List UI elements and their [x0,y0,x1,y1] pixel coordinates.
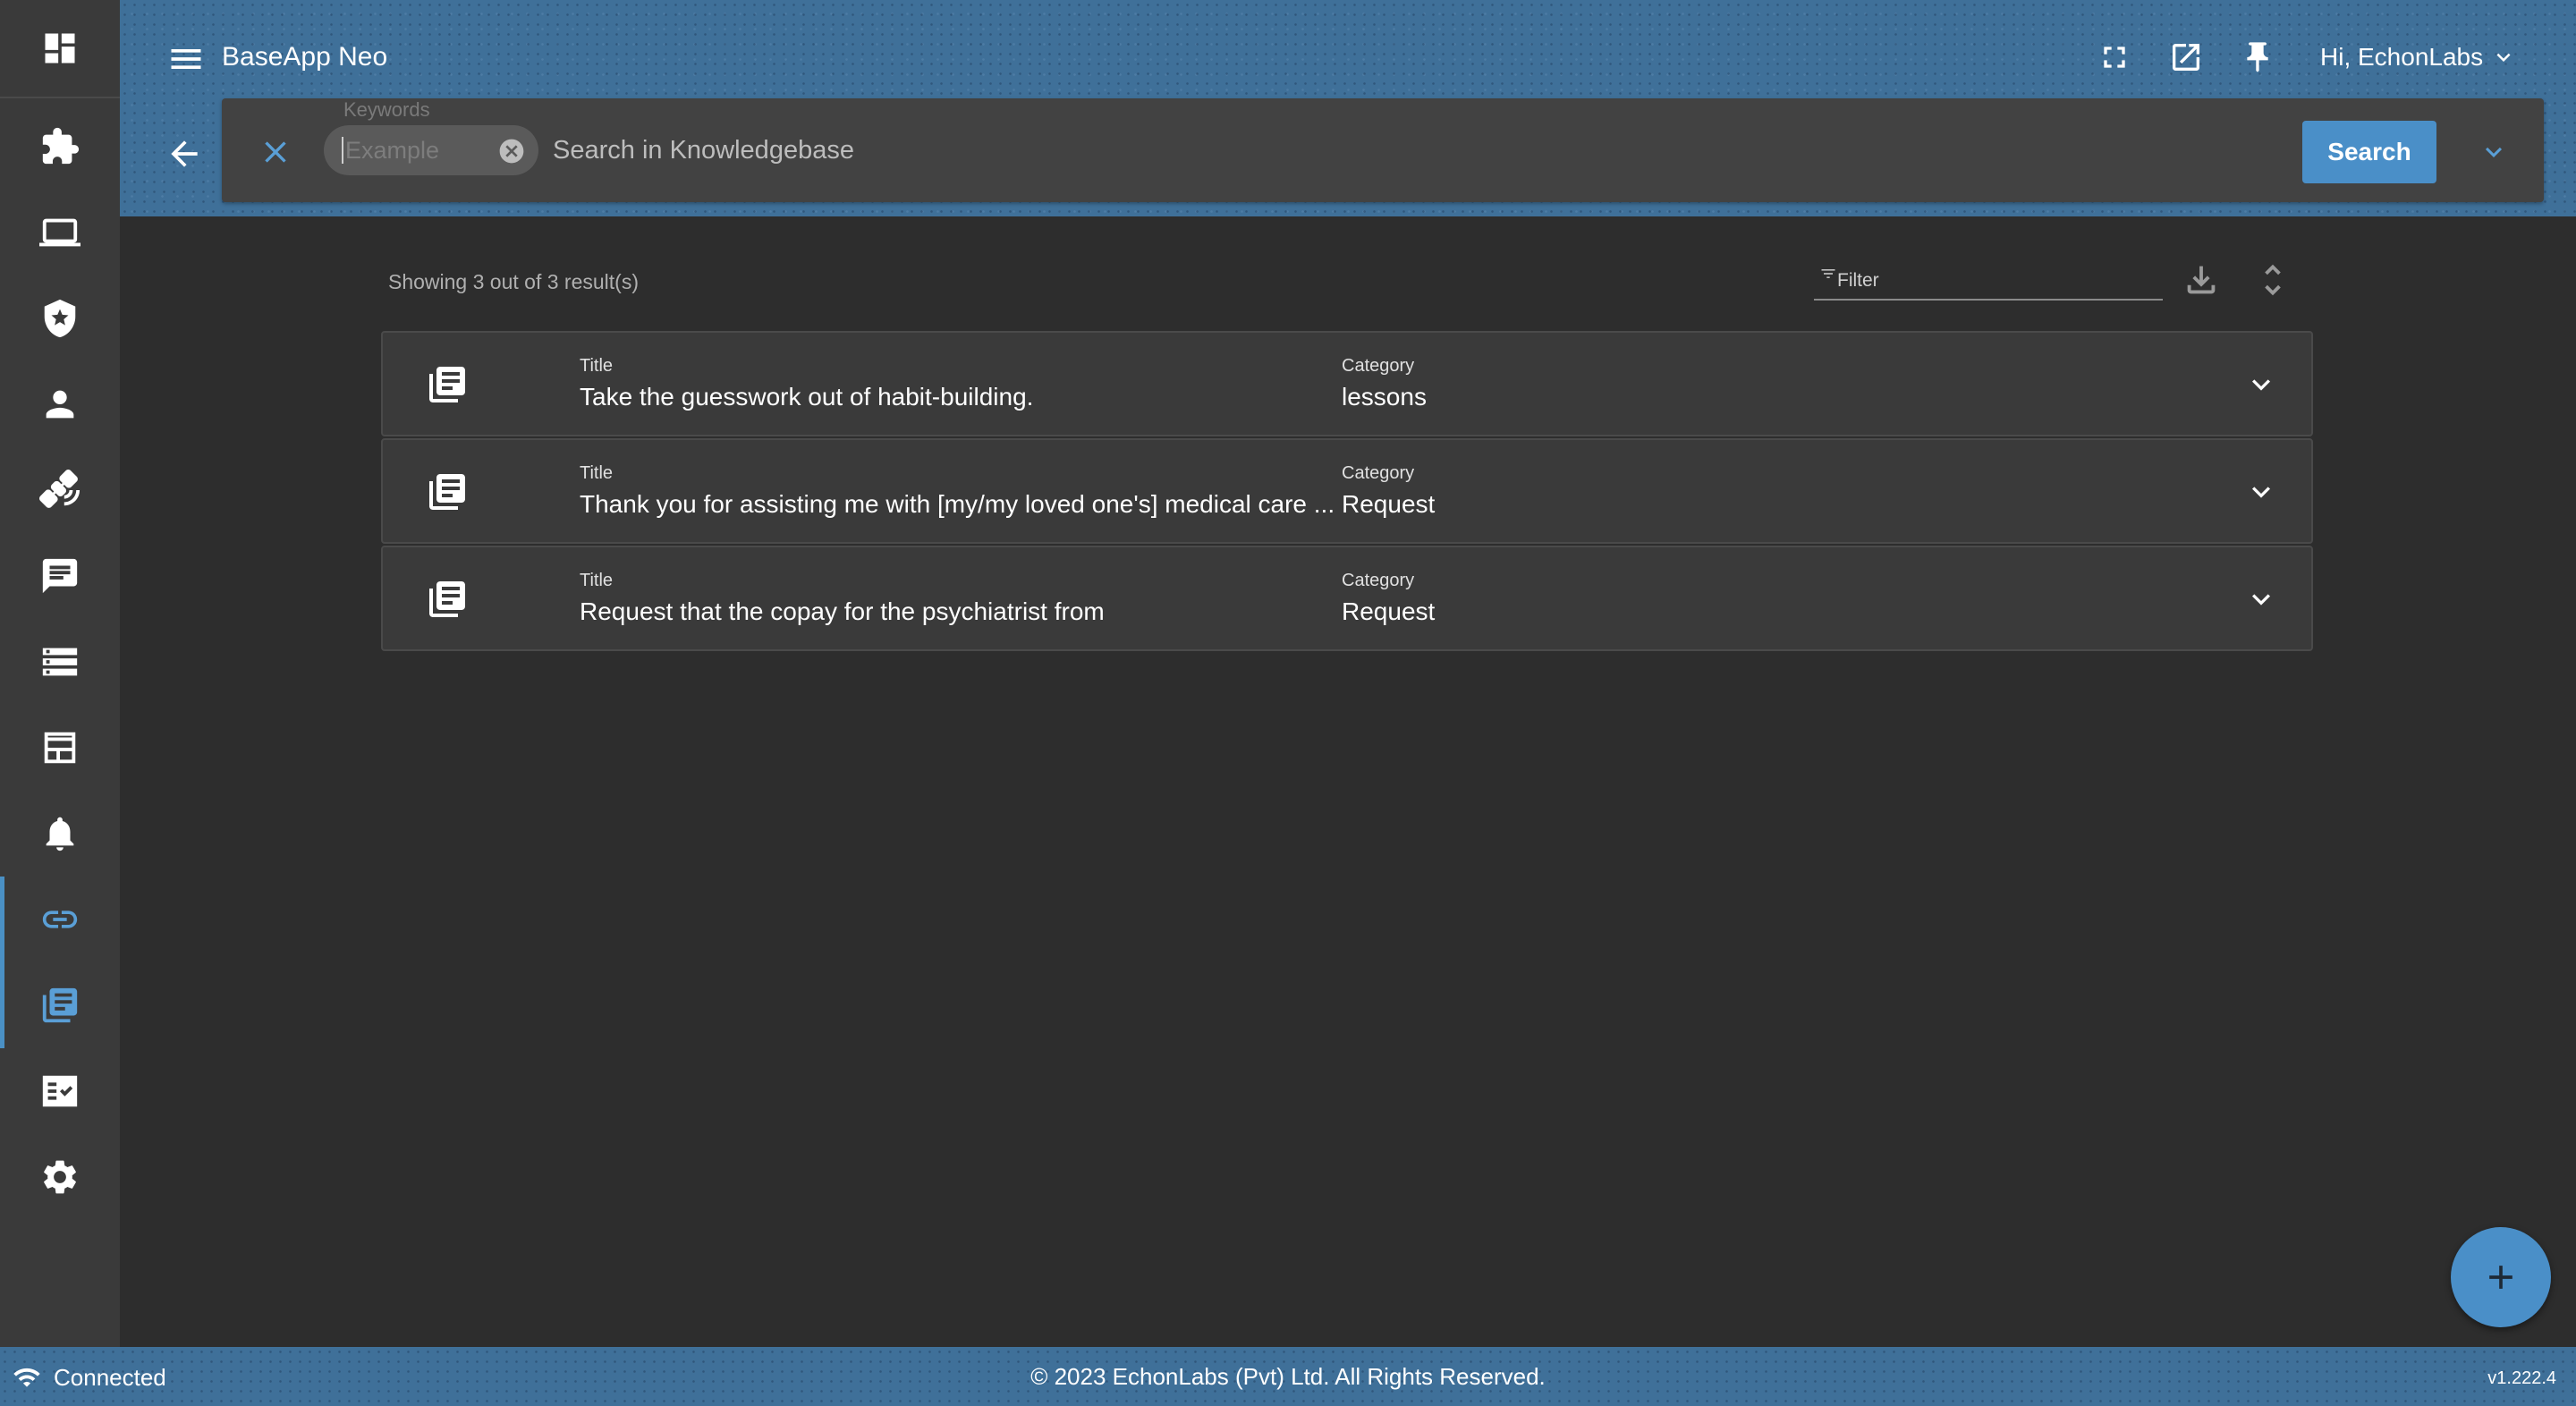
gear-icon [44,1160,76,1194]
app-header: BaseApp Neo Hi, EchonLabs Keywords Examp… [120,0,2576,216]
unfold-icon [2265,264,2281,296]
add-article-button[interactable] [2451,1227,2551,1327]
search-options-toggle[interactable] [2478,136,2510,168]
clear-search-button[interactable] [258,134,293,170]
results-list: Title Take the guesswork out of habit-bu… [381,331,2313,653]
download-button[interactable] [2181,259,2222,301]
sidebar [0,0,120,1347]
shield-icon [44,299,76,338]
article-icon [426,363,469,406]
chevron-down-icon [2252,487,2270,498]
main-content: Showing 3 out of 3 result(s) Filter Titl… [120,216,2576,1347]
list-item[interactable]: Title Take the guesswork out of habit-bu… [381,331,2313,436]
chevron-down-icon [2486,147,2502,157]
chevron-down-icon [2252,379,2270,391]
bell-icon [46,817,74,851]
item-category: Request [1342,597,1436,625]
item-title: Request that the copay for the psychiatr… [580,597,1105,625]
chat-icon [42,558,78,594]
user-menu[interactable]: Hi, EchonLabs [2320,43,2517,72]
sidebar-item-satellite[interactable] [0,447,120,533]
sidebar-item-modules[interactable] [0,104,120,190]
sidebar-item-devices[interactable] [0,190,120,275]
hamburger-icon [171,49,201,69]
list-item[interactable]: Title Request that the copay for the psy… [381,546,2313,651]
expand-row-button[interactable] [2243,581,2279,617]
filter-field[interactable]: Filter [1814,261,2163,301]
title-label: Title [580,356,614,376]
title-label: Title [580,571,614,590]
storage-icon [42,648,78,676]
search-bar: Keywords Search in Knowledgebase Search [222,98,2544,202]
satellite-icon [39,470,80,508]
laptop-icon [39,218,80,247]
person-icon [46,390,74,419]
sidebar-item-links[interactable] [0,877,120,962]
arrow-back-icon [171,140,198,167]
fullscreen-button[interactable] [2097,39,2132,75]
sidebar-item-security[interactable] [0,275,120,361]
sidebar-item-users[interactable] [0,361,120,447]
keyword-chip [324,125,538,175]
search-hint[interactable]: Search in Knowledgebase [553,136,854,165]
checklist-icon [42,1075,78,1107]
copyright-text: © 2023 EchonLabs (Pvt) Ltd. All Rights R… [1030,1363,1546,1390]
keywords-label: Keywords [343,98,430,121]
keyword-input[interactable] [342,137,476,164]
chevron-down-icon [2496,53,2511,62]
sidebar-item-dashboard[interactable] [0,0,120,98]
expand-collapse-button[interactable] [2252,259,2293,301]
chip-remove-button[interactable] [497,137,526,165]
download-icon [2187,266,2216,294]
item-title: Thank you for assisting me with [my/my l… [580,490,1335,518]
article-icon [426,578,469,621]
item-title: Take the guesswork out of habit-building… [580,383,1034,411]
chevron-down-icon [2252,594,2270,606]
item-category: lessons [1342,383,1427,411]
puzzle-icon [42,127,80,165]
dashboard-icon [45,33,75,64]
item-category: Request [1342,490,1436,518]
sidebar-item-tables[interactable] [0,705,120,791]
article-icon [426,470,469,513]
app-footer: Connected © 2023 EchonLabs (Pvt) Ltd. Al… [0,1347,2576,1406]
filter-label: Filter [1837,270,1879,291]
sidebar-item-settings[interactable] [0,1134,120,1220]
cancel-icon [499,139,524,164]
close-icon [265,141,286,163]
table-icon [44,732,76,764]
category-label: Category [1342,571,1415,590]
back-button[interactable] [165,134,204,174]
result-count: Showing 3 out of 3 result(s) [388,270,639,293]
version-label: v1.222.4 [2487,1368,2556,1388]
sidebar-item-notifications[interactable] [0,791,120,877]
list-item[interactable]: Title Thank you for assisting me with [m… [381,438,2313,544]
app-title: BaseApp Neo [222,42,388,72]
category-label: Category [1342,356,1415,376]
link-icon [42,911,78,928]
user-greeting: Hi, EchonLabs [2320,43,2484,71]
category-label: Category [1342,463,1415,483]
expand-row-button[interactable] [2243,474,2279,510]
search-button[interactable]: Search [2302,121,2436,183]
sidebar-item-tasks[interactable] [0,1048,120,1134]
expand-row-button[interactable] [2243,367,2279,402]
open-external-button[interactable] [2168,39,2204,75]
fullscreen-icon [2104,47,2125,68]
sidebar-item-messages[interactable] [0,533,120,619]
pin-icon [2247,42,2268,72]
sidebar-item-storage[interactable] [0,619,120,705]
app-root: BaseApp Neo Hi, EchonLabs Keywords Examp… [0,0,2576,1406]
pin-button[interactable] [2240,39,2275,75]
sidebar-item-knowledgebase[interactable] [0,962,120,1048]
filter-icon [1819,265,1837,283]
menu-button[interactable] [166,39,206,79]
knowledgebase-icon [42,987,78,1023]
plus-icon [2489,1266,2512,1289]
open-in-new-icon [2173,44,2199,71]
title-label: Title [580,463,614,483]
